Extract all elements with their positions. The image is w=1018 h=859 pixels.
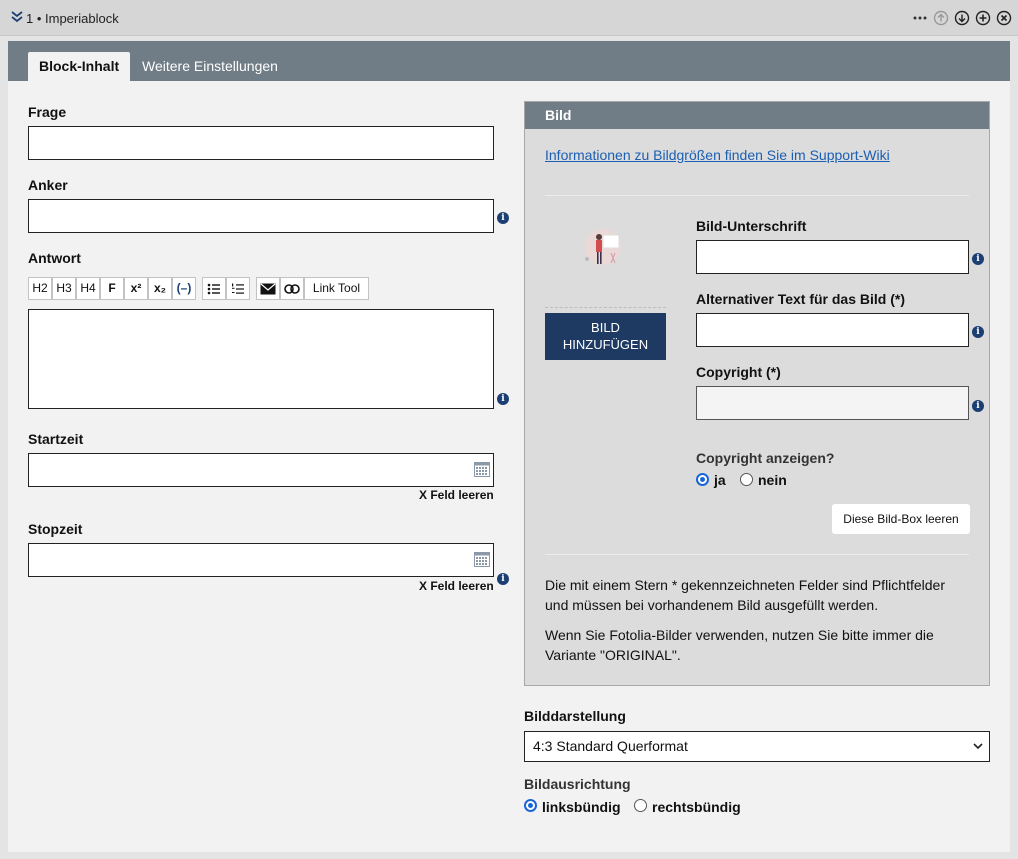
copyright-label: Copyright (*) — [696, 364, 781, 380]
antwort-label: Antwort — [28, 250, 81, 266]
image-dropzone-border — [545, 307, 666, 308]
brackets-button[interactable]: (–) — [172, 277, 196, 300]
h3-button[interactable]: H3 — [52, 277, 76, 300]
add-image-button[interactable]: BILD HINZUFÜGEN — [545, 313, 666, 360]
subscript-button[interactable]: x₂ — [148, 277, 172, 300]
stopzeit-clear-link[interactable]: X Feld leeren — [419, 579, 494, 593]
bilddarstellung-value: 4:3 Standard Querformat — [533, 738, 688, 754]
anker-input[interactable] — [28, 199, 494, 233]
link-button[interactable] — [280, 277, 304, 300]
alt-text-input[interactable] — [696, 313, 969, 347]
startzeit-label: Startzeit — [28, 431, 84, 447]
bulleted-list-icon — [207, 283, 220, 295]
bild-panel-header: Bild — [525, 102, 989, 129]
required-fields-note: Die mit einem Stern * gekennzeichneten F… — [545, 577, 945, 613]
clear-image-box-button[interactable]: Diese Bild-Box leeren — [832, 504, 970, 534]
fotolia-note: Wenn Sie Fotolia-Bilder verwenden, nutze… — [545, 627, 934, 663]
block-content: Block-Inhalt Weitere Einstellungen Frage… — [8, 41, 1010, 852]
add-image-label-2: HINZUFÜGEN — [562, 337, 649, 352]
collapse-chevron-icon[interactable] — [10, 10, 24, 24]
bildausrichtung-label: Bildausrichtung — [524, 776, 631, 792]
antwort-textarea[interactable] — [28, 309, 494, 409]
image-placeholder-icon — [585, 229, 621, 265]
bild-unterschrift-info-icon[interactable]: i — [972, 253, 984, 265]
divider — [545, 554, 969, 555]
stopzeit-input[interactable] — [28, 543, 494, 577]
move-down-icon[interactable] — [954, 10, 970, 26]
frage-label: Frage — [28, 104, 67, 120]
h4-button[interactable]: H4 — [76, 277, 100, 300]
h2-button[interactable]: H2 — [28, 277, 52, 300]
add-block-icon[interactable] — [975, 10, 991, 26]
block-title: 1 • Imperiablock — [26, 11, 119, 26]
copyright-ja-label: ja — [714, 472, 726, 488]
more-options-icon[interactable] — [912, 10, 928, 26]
rechtsbuendig-radio[interactable] — [634, 799, 647, 812]
bulleted-list-button[interactable] — [202, 277, 226, 300]
copyright-ja-radio[interactable] — [696, 473, 709, 486]
move-up-icon[interactable] — [933, 10, 949, 26]
bilddarstellung-select[interactable]: 4:3 Standard Querformat — [524, 731, 990, 762]
support-wiki-link[interactable]: Informationen zu Bildgrößen finden Sie i… — [545, 147, 890, 163]
stopzeit-label: Stopzeit — [28, 521, 83, 537]
remove-block-icon[interactable] — [996, 10, 1012, 26]
linksbuendig-radio[interactable] — [524, 799, 537, 812]
tab-bar: Block-Inhalt Weitere Einstellungen — [8, 41, 1010, 81]
superscript-button[interactable]: x² — [124, 277, 148, 300]
bilddarstellung-label: Bilddarstellung — [524, 708, 626, 724]
bild-unterschrift-label: Bild-Unterschrift — [696, 218, 807, 234]
block-actions — [912, 10, 1012, 26]
startzeit-input[interactable] — [28, 453, 494, 487]
startzeit-clear-link[interactable]: X Feld leeren — [419, 488, 494, 502]
anker-label: Anker — [28, 177, 68, 193]
numbered-list-icon — [232, 283, 244, 294]
copyright-input[interactable] — [696, 386, 969, 420]
anker-info-icon[interactable]: i — [497, 212, 509, 224]
tab-weitere-einstellungen[interactable]: Weitere Einstellungen — [131, 52, 289, 81]
add-image-label-1: BILD — [591, 320, 620, 335]
divider — [545, 195, 969, 196]
calendar-icon[interactable] — [474, 462, 490, 477]
antwort-info-icon[interactable]: i — [497, 393, 509, 405]
link-tool-button[interactable]: Link Tool — [304, 277, 369, 300]
envelope-icon — [260, 283, 276, 295]
link-icon — [284, 284, 300, 294]
bild-unterschrift-input[interactable] — [696, 240, 969, 274]
linksbuendig-label: linksbündig — [542, 799, 621, 815]
rechtsbuendig-label: rechtsbündig — [652, 799, 741, 815]
copyright-nein-radio[interactable] — [740, 473, 753, 486]
chevron-down-icon — [973, 743, 983, 750]
alt-text-label: Alternativer Text für das Bild (*) — [696, 291, 906, 307]
numbered-list-button[interactable] — [226, 277, 250, 300]
alt-text-info-icon[interactable]: i — [972, 326, 984, 338]
bold-button[interactable]: F — [100, 277, 124, 300]
copyright-info-icon[interactable]: i — [972, 400, 984, 412]
email-button[interactable] — [256, 277, 280, 300]
stopzeit-info-icon[interactable]: i — [497, 573, 509, 585]
copyright-show-label: Copyright anzeigen? — [696, 450, 835, 466]
calendar-icon[interactable] — [474, 552, 490, 567]
tab-block-inhalt[interactable]: Block-Inhalt — [28, 52, 131, 81]
frage-input[interactable] — [28, 126, 494, 160]
copyright-nein-label: nein — [758, 472, 787, 488]
block-header: 1 • Imperiablock — [0, 0, 1018, 36]
bild-panel: Bild Informationen zu Bildgrößen finden … — [524, 101, 990, 686]
